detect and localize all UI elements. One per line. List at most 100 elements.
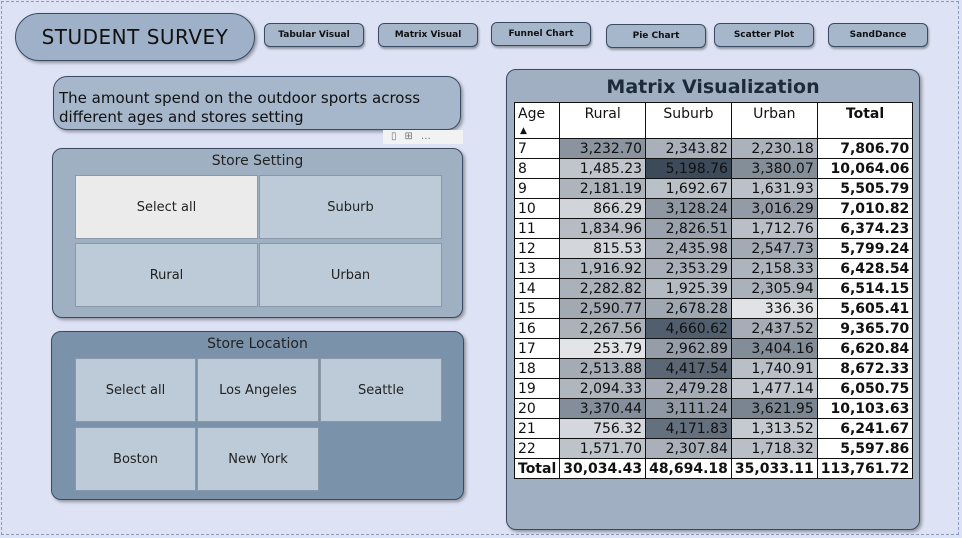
row-total-cell: 10,103.63 (816, 398, 914, 419)
sort-ascending-icon[interactable]: ▲ (520, 126, 527, 136)
nav-sanddance-button[interactable]: SandDance (828, 23, 928, 47)
focus-mode-icon[interactable]: ⊞ (405, 130, 413, 144)
table-row[interactable]: 11 1,834.96 2,826.51 1,712.76 6,374.23 (513, 218, 914, 239)
urban-cell: 3,404.16 (730, 338, 818, 359)
suburb-cell: 2,678.28 (645, 298, 732, 319)
suburb-cell: 2,435.98 (645, 238, 732, 259)
grand-total-cell: 113,761.72 (816, 458, 914, 479)
matrix-visual-panel: Matrix Visualization Age ▲ Rural Suburb U… (506, 69, 920, 530)
rural-cell: 866.29 (559, 198, 647, 219)
urban-cell: 1,712.76 (730, 218, 818, 239)
matrix-table: Age ▲ Rural Suburb Urban Total 7 3,232.70 2… (513, 102, 914, 479)
rural-cell: 253.79 (559, 338, 647, 359)
nav-funnel-chart-button[interactable]: Funnel Chart (491, 22, 591, 46)
urban-cell: 2,158.33 (730, 258, 818, 279)
store-setting-urban[interactable]: Urban (259, 243, 442, 307)
row-total-cell: 5,799.24 (816, 238, 914, 259)
table-row[interactable]: 7 3,232.70 2,343.82 2,230.18 7,806.70 (513, 138, 914, 159)
urban-cell: 2,547.73 (730, 238, 818, 259)
table-row[interactable]: 18 2,513.88 4,417.54 1,740.91 8,672.33 (513, 358, 914, 379)
column-header-age-label: Age (518, 106, 546, 122)
matrix-header-row: Age ▲ Rural Suburb Urban Total (513, 102, 914, 139)
matrix-title: Matrix Visualization (606, 76, 820, 98)
rural-cell: 1,571.70 (559, 438, 647, 459)
urban-cell: 1,718.32 (730, 438, 818, 459)
rural-cell: 2,282.82 (559, 278, 647, 299)
age-cell: 17 (513, 338, 561, 359)
store-setting-rural[interactable]: Rural (75, 243, 258, 307)
nav-tabular-visual-button[interactable]: Tabular Visual (264, 23, 364, 47)
store-setting-suburb[interactable]: Suburb (259, 175, 442, 239)
table-row[interactable]: 15 2,590.77 2,678.28 336.36 5,605.41 (513, 298, 914, 319)
table-row[interactable]: 21 756.32 4,171.83 1,313.52 6,241.67 (513, 418, 914, 439)
store-location-boston[interactable]: Boston (75, 427, 196, 491)
table-row[interactable]: 16 2,267.56 4,660.62 2,437.52 9,365.70 (513, 318, 914, 339)
age-cell: 14 (513, 278, 561, 299)
total-rural-cell: 30,034.43 (559, 458, 647, 479)
column-header-suburb[interactable]: Suburb (645, 102, 732, 139)
suburb-cell: 2,343.82 (645, 138, 732, 159)
row-total-cell: 10,064.06 (816, 158, 914, 179)
more-options-icon[interactable]: … (421, 130, 431, 144)
rural-cell: 1,485.23 (559, 158, 647, 179)
visual-header-icons[interactable]: ▯ ⊞ … (383, 130, 463, 144)
table-row[interactable]: 14 2,282.82 1,925.39 2,305.94 6,514.15 (513, 278, 914, 299)
nav-pie-chart-button[interactable]: Pie Chart (606, 24, 706, 48)
urban-cell: 1,477.14 (730, 378, 818, 399)
age-cell: 19 (513, 378, 561, 399)
row-total-cell: 6,374.23 (816, 218, 914, 239)
age-cell: 10 (513, 198, 561, 219)
description-textbox: The amount spend on the outdoor sports a… (53, 76, 461, 130)
store-location-los-angeles[interactable]: Los Angeles (197, 358, 319, 422)
filter-icon[interactable]: ▯ (391, 130, 397, 144)
rural-cell: 2,267.56 (559, 318, 647, 339)
suburb-cell: 2,962.89 (645, 338, 732, 359)
age-cell: 7 (513, 138, 561, 159)
store-location-select-all[interactable]: Select all (75, 358, 196, 422)
store-location-title: Store Location (207, 336, 308, 352)
age-cell: 18 (513, 358, 561, 379)
store-location-seattle[interactable]: Seattle (320, 358, 442, 422)
age-cell: 16 (513, 318, 561, 339)
table-row[interactable]: 17 253.79 2,962.89 3,404.16 6,620.84 (513, 338, 914, 359)
age-cell: 13 (513, 258, 561, 279)
age-cell: 22 (513, 438, 561, 459)
urban-cell: 336.36 (730, 298, 818, 319)
rural-cell: 2,513.88 (559, 358, 647, 379)
row-total-cell: 6,241.67 (816, 418, 914, 439)
rural-cell: 2,094.33 (559, 378, 647, 399)
table-row[interactable]: 9 2,181.19 1,692.67 1,631.93 5,505.79 (513, 178, 914, 199)
row-total-cell: 6,428.54 (816, 258, 914, 279)
table-row[interactable]: 22 1,571.70 2,307.84 1,718.32 5,597.86 (513, 438, 914, 459)
column-header-rural[interactable]: Rural (559, 102, 647, 139)
urban-cell: 2,230.18 (730, 138, 818, 159)
rural-cell: 2,590.77 (559, 298, 647, 319)
suburb-cell: 4,417.54 (645, 358, 732, 379)
store-setting-select-all[interactable]: Select all (75, 175, 258, 239)
column-header-urban[interactable]: Urban (730, 102, 818, 139)
column-header-age[interactable]: Age ▲ (513, 102, 561, 139)
urban-cell: 3,380.07 (730, 158, 818, 179)
table-row[interactable]: 8 1,485.23 5,198.76 3,380.07 10,064.06 (513, 158, 914, 179)
age-cell: 15 (513, 298, 561, 319)
row-total-cell: 8,672.33 (816, 358, 914, 379)
suburb-cell: 3,111.24 (645, 398, 732, 419)
column-header-total[interactable]: Total (816, 102, 914, 139)
table-row[interactable]: 10 866.29 3,128.24 3,016.29 7,010.82 (513, 198, 914, 219)
age-cell: 21 (513, 418, 561, 439)
rural-cell: 756.32 (559, 418, 647, 439)
table-row[interactable]: 13 1,916.92 2,353.29 2,158.33 6,428.54 (513, 258, 914, 279)
table-row[interactable]: 12 815.53 2,435.98 2,547.73 5,799.24 (513, 238, 914, 259)
nav-matrix-visual-button[interactable]: Matrix Visual (378, 23, 478, 47)
table-row[interactable]: 19 2,094.33 2,479.28 1,477.14 6,050.75 (513, 378, 914, 399)
row-total-cell: 6,620.84 (816, 338, 914, 359)
urban-cell: 2,437.52 (730, 318, 818, 339)
suburb-cell: 4,171.83 (645, 418, 732, 439)
suburb-cell: 3,128.24 (645, 198, 732, 219)
suburb-cell: 2,479.28 (645, 378, 732, 399)
suburb-cell: 5,198.76 (645, 158, 732, 179)
store-location-new-york[interactable]: New York (197, 427, 319, 491)
table-row[interactable]: 20 3,370.44 3,111.24 3,621.95 10,103.63 (513, 398, 914, 419)
nav-scatter-plot-button[interactable]: Scatter Plot (714, 23, 814, 47)
suburb-cell: 4,660.62 (645, 318, 732, 339)
